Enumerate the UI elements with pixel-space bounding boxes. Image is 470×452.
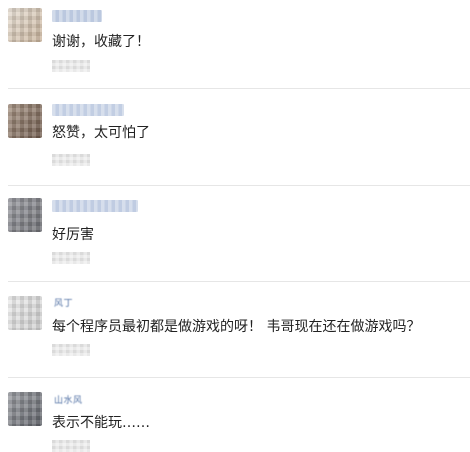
divider <box>8 185 470 186</box>
commenter-name[interactable] <box>52 200 138 212</box>
comment-text: 表示不能玩…… <box>52 415 150 431</box>
commenter-name[interactable] <box>52 10 102 22</box>
commenter-name[interactable]: 风丁 <box>54 299 73 310</box>
avatar[interactable] <box>8 392 42 426</box>
comment-timestamp <box>52 440 90 452</box>
comment-text: 好厉害 <box>52 227 94 243</box>
comment-timestamp <box>52 60 90 72</box>
comment-timestamp <box>52 154 90 166</box>
comment-timestamp <box>52 344 90 356</box>
comment-list: 谢谢，收藏了！ 怒赞，太可怕了 好厉害 风丁 每个程序员最初都是做游戏的呀！ 韦… <box>0 0 470 452</box>
divider <box>8 281 470 282</box>
commenter-name[interactable] <box>52 104 124 116</box>
avatar[interactable] <box>8 198 42 232</box>
avatar[interactable] <box>8 8 42 42</box>
avatar[interactable] <box>8 296 42 330</box>
divider <box>8 377 470 378</box>
avatar[interactable] <box>8 104 42 138</box>
comment-timestamp <box>52 252 90 264</box>
comment-text: 每个程序员最初都是做游戏的呀！ 韦哥现在还在做游戏吗？ <box>52 319 421 335</box>
comment-text: 怒赞，太可怕了 <box>52 125 150 141</box>
commenter-name[interactable]: 山水风 <box>54 396 83 407</box>
comment-text: 谢谢，收藏了！ <box>52 34 150 50</box>
divider <box>8 88 470 89</box>
